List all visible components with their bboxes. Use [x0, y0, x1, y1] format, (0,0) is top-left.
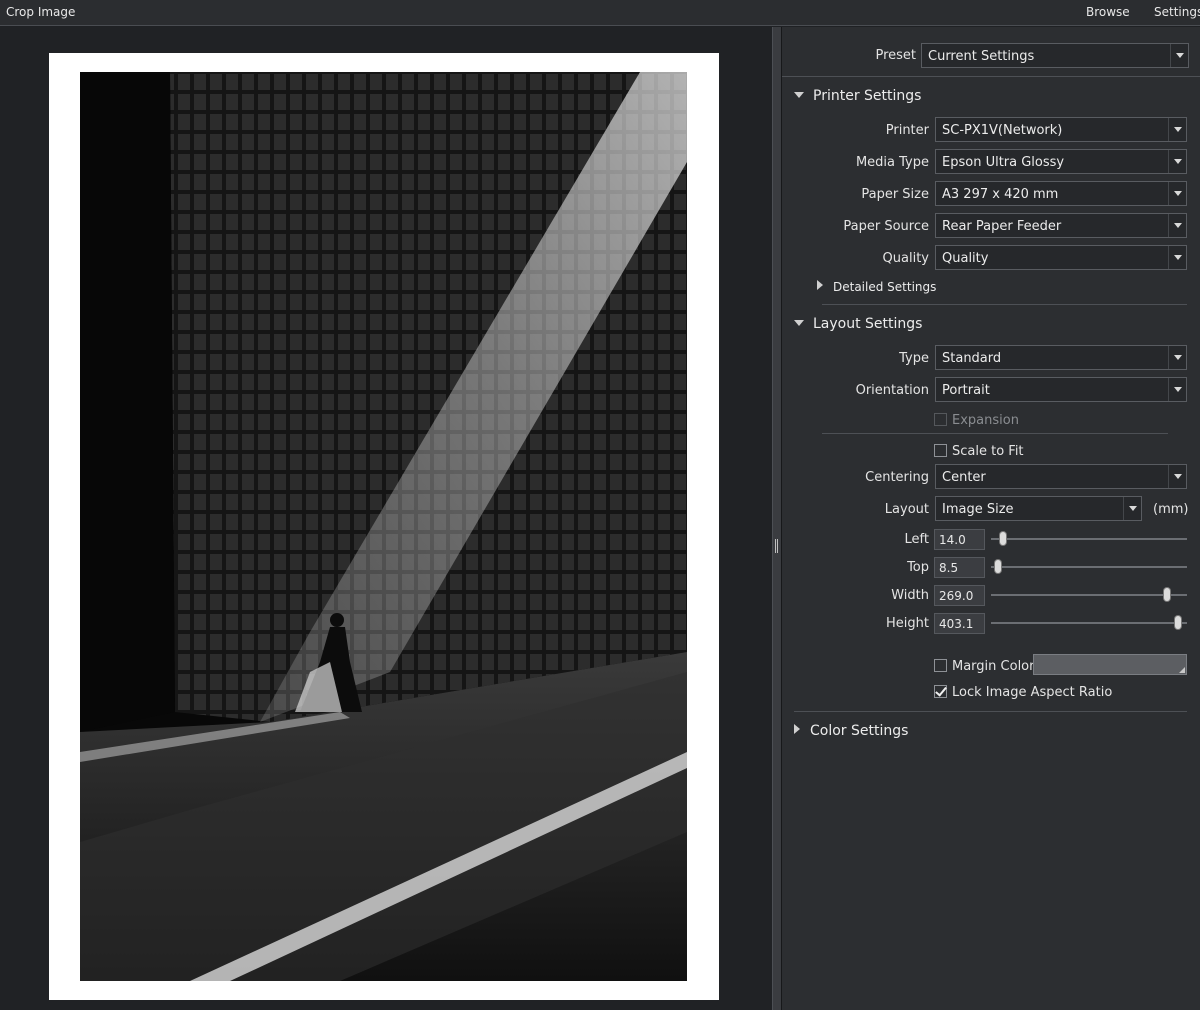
- orientation-select[interactable]: Portrait: [935, 377, 1187, 402]
- width-input[interactable]: 269.0: [934, 585, 985, 606]
- divider: [822, 304, 1187, 305]
- detailed-settings-toggle[interactable]: Detailed Settings: [817, 280, 936, 294]
- chevron-down-icon: [1168, 378, 1186, 401]
- slider-track: [991, 622, 1187, 624]
- centering-select[interactable]: Center: [935, 464, 1187, 489]
- top-input[interactable]: 8.5: [934, 557, 985, 578]
- print-preview-area: [0, 27, 772, 1010]
- quality-value: Quality: [942, 251, 989, 266]
- left-slider[interactable]: [991, 532, 1187, 546]
- centering-value: Center: [942, 470, 986, 485]
- type-label: Type: [899, 351, 929, 366]
- window-title: Crop Image: [6, 5, 76, 19]
- media-type-label: Media Type: [855, 155, 929, 170]
- preview-photo[interactable]: [80, 72, 687, 981]
- width-slider[interactable]: [991, 588, 1187, 602]
- slider-thumb[interactable]: [994, 560, 1001, 573]
- layout-settings-header[interactable]: Layout Settings: [794, 316, 922, 332]
- preset-select[interactable]: Current Settings: [921, 43, 1189, 68]
- checkmark-icon: [934, 685, 947, 698]
- width-label: Width: [891, 588, 929, 603]
- slider-thumb[interactable]: [1175, 616, 1182, 629]
- media-type-select[interactable]: Epson Ultra Glossy: [935, 149, 1187, 174]
- printer-label: Printer: [885, 123, 929, 138]
- triangle-down-icon: [794, 92, 804, 98]
- orientation-label: Orientation: [855, 383, 929, 398]
- height-label: Height: [886, 616, 929, 631]
- height-input[interactable]: 403.1: [934, 613, 985, 634]
- chevron-down-icon: [1123, 497, 1141, 520]
- margin-color-swatch[interactable]: [1033, 654, 1187, 675]
- printer-select[interactable]: SC-PX1V(Network): [935, 117, 1187, 142]
- splitter-grip-icon: [775, 539, 780, 553]
- chevron-down-icon: [1168, 465, 1186, 488]
- scale-to-fit-checkbox[interactable]: Scale to Fit: [934, 444, 1024, 459]
- top-label: Top: [907, 560, 929, 575]
- title-bar: Crop Image Browse Settings: [0, 0, 1200, 26]
- slider-thumb[interactable]: [999, 532, 1006, 545]
- slider-thumb[interactable]: [1164, 588, 1171, 601]
- layout-select[interactable]: Image Size: [935, 496, 1142, 521]
- checkbox-icon: [934, 444, 947, 457]
- panel-splitter[interactable]: [772, 27, 782, 1010]
- paper-source-value: Rear Paper Feeder: [942, 219, 1062, 234]
- printer-settings-header[interactable]: Printer Settings: [794, 88, 921, 104]
- quality-select[interactable]: Quality: [935, 245, 1187, 270]
- type-value: Standard: [942, 351, 1002, 366]
- left-input[interactable]: 14.0: [934, 529, 985, 550]
- checkbox-icon: [934, 659, 947, 672]
- chevron-down-icon: [1168, 346, 1186, 369]
- slider-track: [991, 594, 1187, 596]
- paper-size-value: A3 297 x 420 mm: [942, 187, 1059, 202]
- paper-size-select[interactable]: A3 297 x 420 mm: [935, 181, 1187, 206]
- printer-value: SC-PX1V(Network): [942, 123, 1063, 138]
- chevron-down-icon: [1168, 118, 1186, 141]
- settings-panel: Preset Current Settings Printer Settings…: [782, 27, 1200, 1010]
- checkbox-icon: [934, 413, 947, 426]
- media-type-value: Epson Ultra Glossy: [942, 155, 1065, 170]
- preset-value: Current Settings: [928, 49, 1035, 64]
- slider-track: [991, 566, 1187, 568]
- expansion-checkbox: Expansion: [934, 413, 1019, 428]
- preset-label: Preset: [875, 48, 916, 63]
- unit-label: (mm): [1153, 502, 1189, 517]
- layout-value: Image Size: [942, 502, 1014, 517]
- paper-size-label: Paper Size: [861, 187, 929, 202]
- triangle-right-icon: [794, 724, 800, 734]
- quality-label: Quality: [882, 251, 929, 266]
- divider: [794, 711, 1187, 712]
- triangle-right-icon: [817, 280, 823, 290]
- divider: [822, 433, 1168, 434]
- slider-track: [991, 538, 1187, 540]
- layout-label: Layout: [884, 502, 929, 517]
- chevron-down-icon: [1168, 246, 1186, 269]
- height-slider[interactable]: [991, 616, 1187, 630]
- chevron-down-icon: [1170, 44, 1188, 67]
- triangle-down-icon: [794, 320, 804, 326]
- color-settings-header[interactable]: Color Settings: [794, 723, 908, 739]
- chevron-down-icon: [1168, 182, 1186, 205]
- menu-settings[interactable]: Settings: [1154, 5, 1200, 19]
- paper-sheet: [49, 53, 719, 1000]
- top-slider[interactable]: [991, 560, 1187, 574]
- paper-source-select[interactable]: Rear Paper Feeder: [935, 213, 1187, 238]
- orientation-value: Portrait: [942, 383, 990, 398]
- margin-color-checkbox[interactable]: Margin Color: [934, 659, 1034, 674]
- centering-label: Centering: [865, 470, 929, 485]
- menu-browse[interactable]: Browse: [1086, 5, 1130, 19]
- photo-illustration: [80, 72, 687, 981]
- divider: [782, 76, 1200, 77]
- paper-source-label: Paper Source: [843, 219, 929, 234]
- lock-aspect-checkbox[interactable]: Lock Image Aspect Ratio: [934, 685, 1112, 700]
- type-select[interactable]: Standard: [935, 345, 1187, 370]
- left-label: Left: [904, 532, 929, 547]
- chevron-down-icon: [1168, 214, 1186, 237]
- chevron-down-icon: [1168, 150, 1186, 173]
